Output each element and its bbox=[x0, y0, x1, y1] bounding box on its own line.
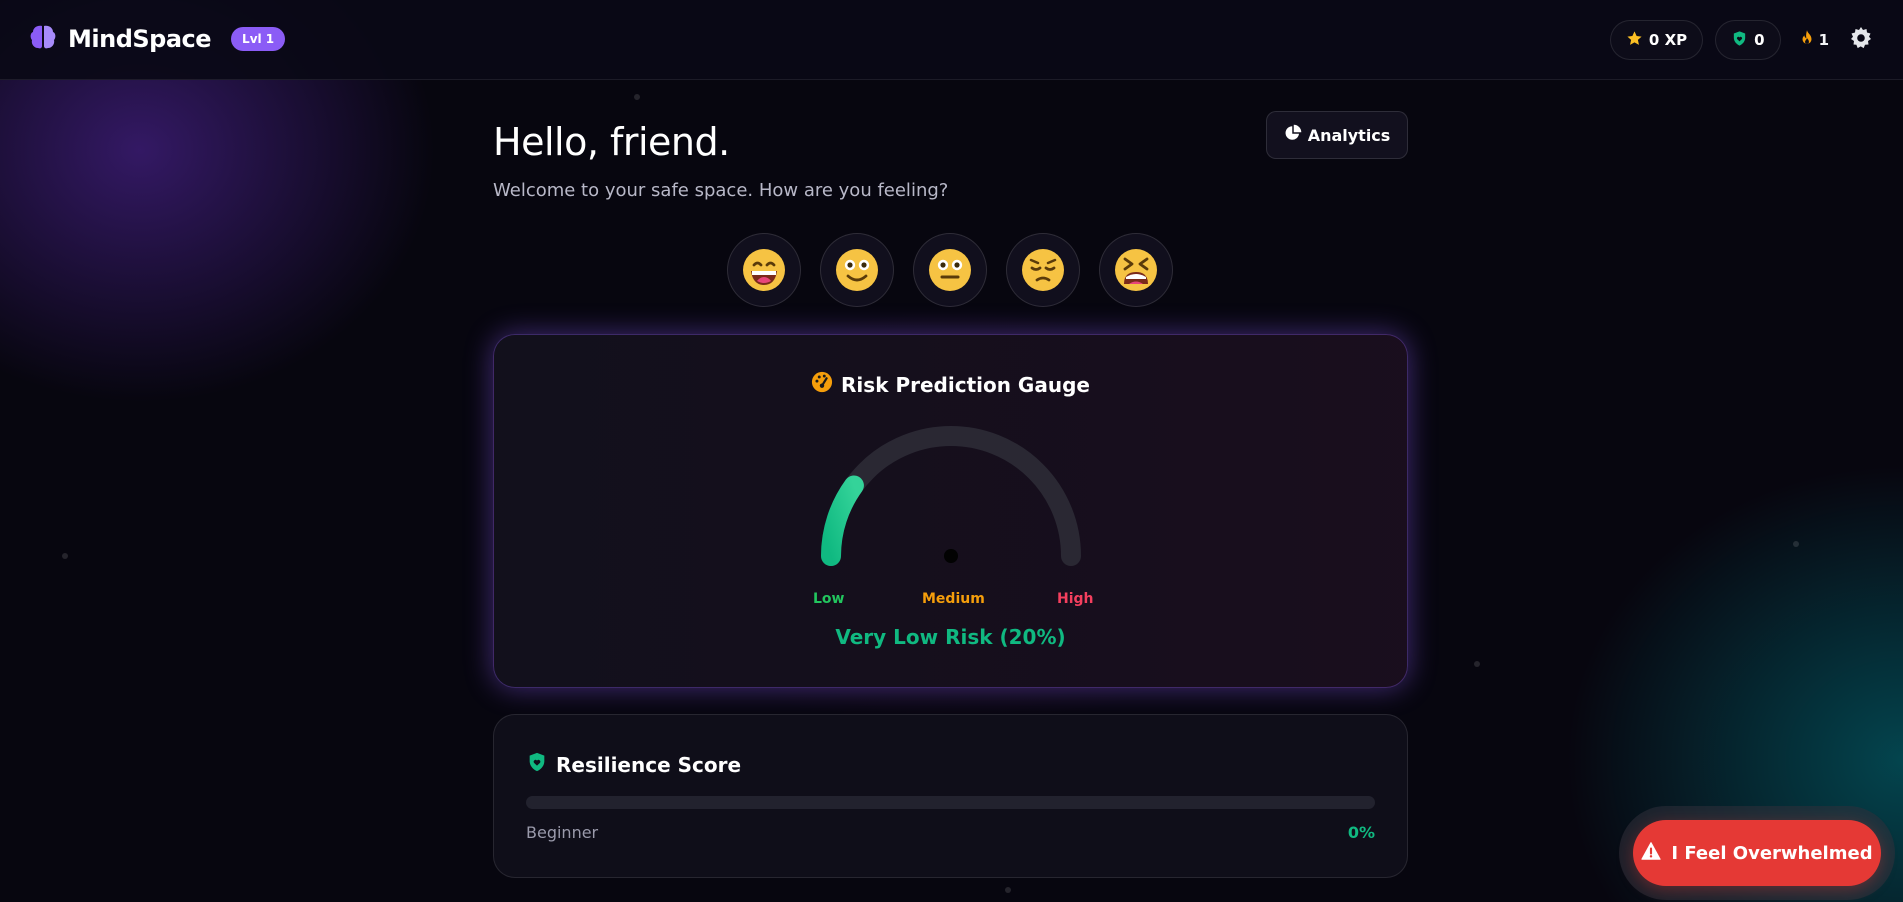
overwhelmed-label: I Feel Overwhelmed bbox=[1671, 842, 1873, 864]
resilience-title: Resilience Score bbox=[526, 751, 741, 778]
mood-selector bbox=[727, 233, 1173, 307]
gauge-fill bbox=[821, 475, 864, 566]
star-icon bbox=[1626, 30, 1643, 51]
shield-value: 0 bbox=[1754, 31, 1765, 49]
background-particle bbox=[634, 94, 640, 100]
gauge-title: Risk Prediction Gauge bbox=[494, 371, 1407, 398]
brain-icon bbox=[28, 22, 58, 56]
mood-happy-button[interactable] bbox=[820, 233, 894, 307]
risk-result: Very Low Risk (20%) bbox=[835, 625, 1066, 649]
mood-neutral-button[interactable] bbox=[913, 233, 987, 307]
risk-gauge bbox=[821, 426, 1081, 566]
app-logo[interactable]: MindSpace Lvl 1 bbox=[28, 22, 286, 56]
analytics-button[interactable]: Analytics bbox=[1266, 111, 1408, 159]
welcome-subtitle: Welcome to your safe space. How are you … bbox=[493, 180, 949, 201]
xp-value: 0 XP bbox=[1648, 31, 1688, 49]
gauge-track bbox=[821, 426, 1081, 566]
gear-icon bbox=[1849, 26, 1873, 54]
smiling-face-icon bbox=[836, 249, 878, 291]
overwhelm-button-container: I Feel Overwhelmed bbox=[1619, 806, 1895, 900]
shield-pill[interactable]: 0 bbox=[1715, 20, 1781, 60]
gauge-needle-pivot bbox=[944, 549, 958, 563]
mood-sad-button[interactable] bbox=[1006, 233, 1080, 307]
flame-icon bbox=[1799, 29, 1815, 51]
tired-face-icon bbox=[1115, 249, 1157, 291]
resilience-progress-bar bbox=[526, 796, 1375, 809]
shield-heart-icon bbox=[526, 751, 548, 778]
top-bar: MindSpace Lvl 1 0 XP 0 1 bbox=[0, 0, 1903, 80]
resilience-percent: 0% bbox=[1347, 823, 1375, 842]
level-badge: Lvl 1 bbox=[231, 27, 286, 51]
analytics-label: Analytics bbox=[1307, 125, 1391, 145]
resilience-card: Resilience Score Beginner 0% bbox=[493, 714, 1408, 878]
resilience-level: Beginner bbox=[526, 823, 599, 842]
gauge-icon bbox=[811, 371, 833, 398]
risk-gauge-card: Risk Prediction Gauge Low Medium High Ve… bbox=[493, 334, 1408, 688]
gauge-label-low: Low bbox=[813, 591, 845, 607]
background-particle bbox=[1474, 661, 1480, 667]
gauge-label-high: High bbox=[1057, 591, 1094, 607]
pensive-face-icon bbox=[1022, 249, 1064, 291]
settings-button[interactable] bbox=[1847, 26, 1875, 54]
mood-very-happy-button[interactable] bbox=[727, 233, 801, 307]
grinning-face-icon bbox=[743, 249, 785, 291]
app-name: MindSpace bbox=[68, 25, 212, 53]
xp-pill[interactable]: 0 XP bbox=[1609, 20, 1704, 60]
shield-heart-icon bbox=[1731, 30, 1748, 51]
mood-overwhelmed-button[interactable] bbox=[1099, 233, 1173, 307]
streak-value: 1 bbox=[1818, 31, 1829, 49]
warning-icon bbox=[1641, 841, 1662, 865]
neutral-face-icon bbox=[929, 249, 971, 291]
resilience-title-text: Resilience Score bbox=[556, 752, 742, 777]
pie-chart-icon bbox=[1284, 124, 1302, 146]
gauge-label-medium: Medium bbox=[922, 591, 985, 607]
stats-bar: 0 XP 0 1 bbox=[1609, 20, 1875, 60]
background-particle bbox=[62, 553, 68, 559]
background-particle bbox=[1793, 541, 1799, 547]
greeting-heading: Hello, friend. bbox=[493, 120, 730, 164]
overwhelmed-button[interactable]: I Feel Overwhelmed bbox=[1633, 820, 1881, 886]
gauge-title-text: Risk Prediction Gauge bbox=[841, 372, 1090, 397]
background-particle bbox=[1005, 887, 1011, 893]
streak-counter[interactable]: 1 bbox=[1793, 29, 1835, 51]
